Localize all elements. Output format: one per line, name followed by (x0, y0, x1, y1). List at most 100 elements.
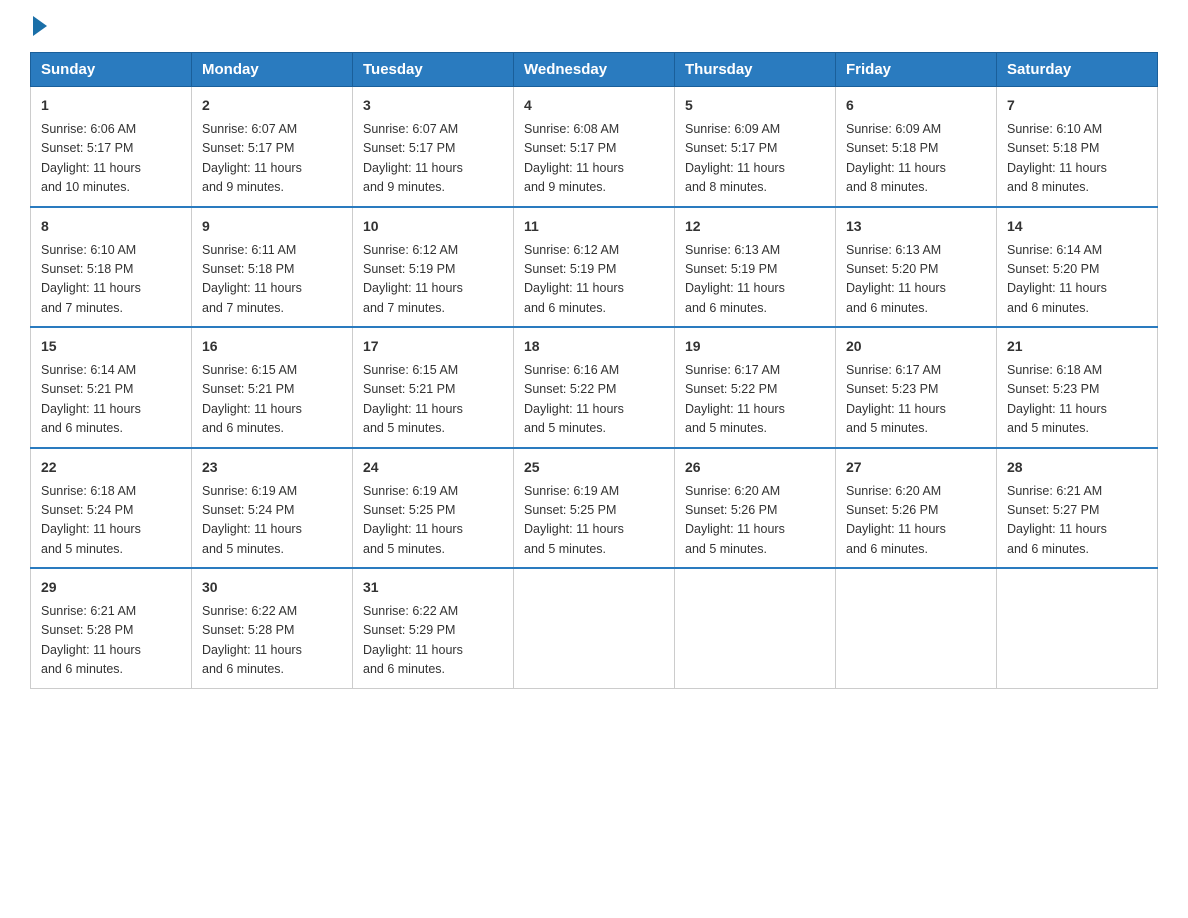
calendar-cell (836, 568, 997, 688)
calendar-cell (675, 568, 836, 688)
day-number: 21 (1007, 336, 1147, 357)
calendar-header-thursday: Thursday (675, 53, 836, 87)
calendar-header-wednesday: Wednesday (514, 53, 675, 87)
day-info: Sunrise: 6:08 AMSunset: 5:17 PMDaylight:… (524, 120, 664, 198)
calendar-cell: 13 Sunrise: 6:13 AMSunset: 5:20 PMDayligh… (836, 207, 997, 328)
day-info: Sunrise: 6:14 AMSunset: 5:20 PMDaylight:… (1007, 241, 1147, 319)
calendar-cell (514, 568, 675, 688)
day-number: 27 (846, 457, 986, 478)
calendar-week-row: 29 Sunrise: 6:21 AMSunset: 5:28 PMDayligh… (31, 568, 1158, 688)
calendar-table: SundayMondayTuesdayWednesdayThursdayFrid… (30, 52, 1158, 689)
calendar-cell: 26 Sunrise: 6:20 AMSunset: 5:26 PMDayligh… (675, 448, 836, 569)
day-info: Sunrise: 6:20 AMSunset: 5:26 PMDaylight:… (846, 482, 986, 560)
day-info: Sunrise: 6:10 AMSunset: 5:18 PMDaylight:… (41, 241, 181, 319)
day-number: 16 (202, 336, 342, 357)
day-info: Sunrise: 6:15 AMSunset: 5:21 PMDaylight:… (363, 361, 503, 439)
calendar-week-row: 15 Sunrise: 6:14 AMSunset: 5:21 PMDayligh… (31, 327, 1158, 448)
day-info: Sunrise: 6:07 AMSunset: 5:17 PMDaylight:… (202, 120, 342, 198)
calendar-header-tuesday: Tuesday (353, 53, 514, 87)
day-info: Sunrise: 6:19 AMSunset: 5:25 PMDaylight:… (524, 482, 664, 560)
calendar-week-row: 8 Sunrise: 6:10 AMSunset: 5:18 PMDaylight… (31, 207, 1158, 328)
day-number: 2 (202, 95, 342, 116)
day-number: 13 (846, 216, 986, 237)
day-info: Sunrise: 6:20 AMSunset: 5:26 PMDaylight:… (685, 482, 825, 560)
day-number: 8 (41, 216, 181, 237)
day-number: 6 (846, 95, 986, 116)
day-number: 17 (363, 336, 503, 357)
calendar-cell: 20Sunrise: 6:17 AMSunset: 5:23 PMDayligh… (836, 327, 997, 448)
day-info: Sunrise: 6:14 AMSunset: 5:21 PMDaylight:… (41, 361, 181, 439)
calendar-cell: 17 Sunrise: 6:15 AMSunset: 5:21 PMDayligh… (353, 327, 514, 448)
calendar-header-monday: Monday (192, 53, 353, 87)
day-number: 25 (524, 457, 664, 478)
day-info: Sunrise: 6:16 AMSunset: 5:22 PMDaylight:… (524, 361, 664, 439)
day-info: Sunrise: 6:21 AMSunset: 5:28 PMDaylight:… (41, 602, 181, 680)
day-number: 4 (524, 95, 664, 116)
day-number: 24 (363, 457, 503, 478)
calendar-cell: 18 Sunrise: 6:16 AMSunset: 5:22 PMDayligh… (514, 327, 675, 448)
calendar-week-row: 1 Sunrise: 6:06 AMSunset: 5:17 PMDaylight… (31, 87, 1158, 207)
day-info: Sunrise: 6:06 AMSunset: 5:17 PMDaylight:… (41, 120, 181, 198)
day-number: 29 (41, 577, 181, 598)
logo-arrow-icon (33, 16, 47, 36)
day-number: 10 (363, 216, 503, 237)
calendar-cell: 28 Sunrise: 6:21 AMSunset: 5:27 PMDayligh… (997, 448, 1158, 569)
day-number: 11 (524, 216, 664, 237)
day-info: Sunrise: 6:13 AMSunset: 5:19 PMDaylight:… (685, 241, 825, 319)
day-info: Sunrise: 6:11 AMSunset: 5:18 PMDaylight:… (202, 241, 342, 319)
calendar-cell: 11 Sunrise: 6:12 AMSunset: 5:19 PMDayligh… (514, 207, 675, 328)
calendar-cell (997, 568, 1158, 688)
calendar-header-row: SundayMondayTuesdayWednesdayThursdayFrid… (31, 53, 1158, 87)
day-info: Sunrise: 6:19 AMSunset: 5:25 PMDaylight:… (363, 482, 503, 560)
calendar-header-saturday: Saturday (997, 53, 1158, 87)
day-info: Sunrise: 6:13 AMSunset: 5:20 PMDaylight:… (846, 241, 986, 319)
day-number: 20 (846, 336, 986, 357)
day-number: 18 (524, 336, 664, 357)
day-number: 1 (41, 95, 181, 116)
calendar-cell: 7 Sunrise: 6:10 AMSunset: 5:18 PMDaylight… (997, 87, 1158, 207)
day-info: Sunrise: 6:07 AMSunset: 5:17 PMDaylight:… (363, 120, 503, 198)
calendar-cell: 6 Sunrise: 6:09 AMSunset: 5:18 PMDaylight… (836, 87, 997, 207)
day-number: 28 (1007, 457, 1147, 478)
calendar-cell: 25 Sunrise: 6:19 AMSunset: 5:25 PMDayligh… (514, 448, 675, 569)
page-header (30, 20, 1158, 32)
calendar-cell: 10 Sunrise: 6:12 AMSunset: 5:19 PMDayligh… (353, 207, 514, 328)
day-info: Sunrise: 6:12 AMSunset: 5:19 PMDaylight:… (363, 241, 503, 319)
day-number: 30 (202, 577, 342, 598)
day-info: Sunrise: 6:10 AMSunset: 5:18 PMDaylight:… (1007, 120, 1147, 198)
day-number: 3 (363, 95, 503, 116)
day-number: 14 (1007, 216, 1147, 237)
day-info: Sunrise: 6:18 AMSunset: 5:24 PMDaylight:… (41, 482, 181, 560)
day-number: 26 (685, 457, 825, 478)
calendar-week-row: 22 Sunrise: 6:18 AMSunset: 5:24 PMDayligh… (31, 448, 1158, 569)
calendar-cell: 4 Sunrise: 6:08 AMSunset: 5:17 PMDaylight… (514, 87, 675, 207)
day-info: Sunrise: 6:09 AMSunset: 5:17 PMDaylight:… (685, 120, 825, 198)
day-info: Sunrise: 6:15 AMSunset: 5:21 PMDaylight:… (202, 361, 342, 439)
day-info: Sunrise: 6:22 AMSunset: 5:28 PMDaylight:… (202, 602, 342, 680)
calendar-cell: 2 Sunrise: 6:07 AMSunset: 5:17 PMDaylight… (192, 87, 353, 207)
calendar-cell: 14 Sunrise: 6:14 AMSunset: 5:20 PMDayligh… (997, 207, 1158, 328)
calendar-cell: 1 Sunrise: 6:06 AMSunset: 5:17 PMDaylight… (31, 87, 192, 207)
day-number: 22 (41, 457, 181, 478)
calendar-cell: 15 Sunrise: 6:14 AMSunset: 5:21 PMDayligh… (31, 327, 192, 448)
day-number: 7 (1007, 95, 1147, 116)
calendar-cell: 21Sunrise: 6:18 AMSunset: 5:23 PMDayligh… (997, 327, 1158, 448)
calendar-cell: 3 Sunrise: 6:07 AMSunset: 5:17 PMDaylight… (353, 87, 514, 207)
logo (30, 20, 47, 32)
calendar-cell: 24 Sunrise: 6:19 AMSunset: 5:25 PMDayligh… (353, 448, 514, 569)
day-info: Sunrise: 6:12 AMSunset: 5:19 PMDaylight:… (524, 241, 664, 319)
calendar-cell: 22 Sunrise: 6:18 AMSunset: 5:24 PMDayligh… (31, 448, 192, 569)
day-info: Sunrise: 6:22 AMSunset: 5:29 PMDaylight:… (363, 602, 503, 680)
day-number: 23 (202, 457, 342, 478)
calendar-cell: 16 Sunrise: 6:15 AMSunset: 5:21 PMDayligh… (192, 327, 353, 448)
calendar-cell: 8 Sunrise: 6:10 AMSunset: 5:18 PMDaylight… (31, 207, 192, 328)
calendar-cell: 29 Sunrise: 6:21 AMSunset: 5:28 PMDayligh… (31, 568, 192, 688)
day-info: Sunrise: 6:09 AMSunset: 5:18 PMDaylight:… (846, 120, 986, 198)
day-number: 12 (685, 216, 825, 237)
day-info: Sunrise: 6:19 AMSunset: 5:24 PMDaylight:… (202, 482, 342, 560)
calendar-cell: 30 Sunrise: 6:22 AMSunset: 5:28 PMDayligh… (192, 568, 353, 688)
calendar-cell: 5Sunrise: 6:09 AMSunset: 5:17 PMDaylight… (675, 87, 836, 207)
day-info: Sunrise: 6:21 AMSunset: 5:27 PMDaylight:… (1007, 482, 1147, 560)
calendar-cell: 12 Sunrise: 6:13 AMSunset: 5:19 PMDayligh… (675, 207, 836, 328)
day-number: 15 (41, 336, 181, 357)
